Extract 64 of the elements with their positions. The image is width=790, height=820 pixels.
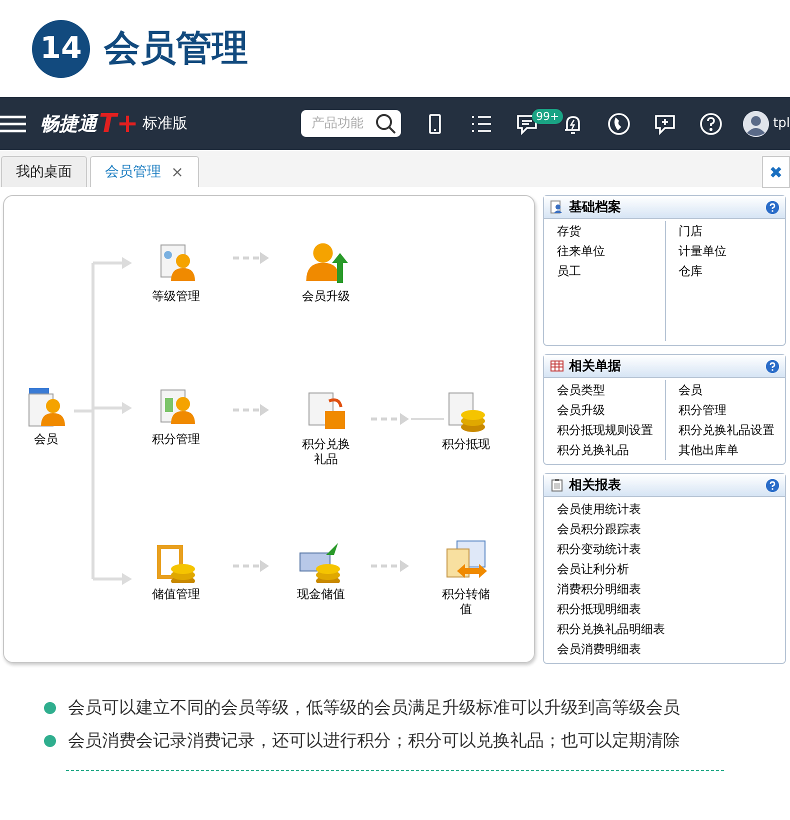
panel-link[interactable]: 积分抵现明细表 xyxy=(544,599,785,619)
tab[interactable]: 我的桌面 xyxy=(1,156,87,187)
panel-link[interactable]: 门店 xyxy=(666,221,785,241)
upgrade-icon xyxy=(303,241,349,285)
bullet-dot xyxy=(44,734,56,746)
panel-link[interactable]: 会员类型 xyxy=(544,380,664,400)
avatar-icon[interactable] xyxy=(743,110,770,136)
help-icon[interactable] xyxy=(699,112,724,136)
node-label[interactable]: 积分抵现 xyxy=(440,437,492,452)
bullet-text: 会员可以建立不同的会员等级，低等级的会员满足升级标准可以升级到高等级会员 xyxy=(68,697,680,719)
panel-link[interactable]: 计量单位 xyxy=(666,241,785,261)
dashed-arrow xyxy=(233,252,269,264)
panel-link[interactable]: 积分管理 xyxy=(666,400,785,420)
node-label[interactable]: 积分管理 xyxy=(150,432,202,447)
panel-link[interactable]: 会员积分跟踪表 xyxy=(544,519,785,539)
edition-label: 标准版 xyxy=(142,114,188,133)
user-name[interactable]: tpl xyxy=(773,116,790,131)
logo-mark: T+ xyxy=(98,108,138,138)
step-number: 14 xyxy=(32,20,90,78)
clipboard-icon xyxy=(550,478,564,492)
phone-icon[interactable] xyxy=(607,112,632,136)
panel-link[interactable]: 积分兑换礼品 xyxy=(544,440,664,460)
panel-link[interactable]: 往来单位 xyxy=(544,241,664,261)
panel-link[interactable]: 消费积分明细表 xyxy=(544,579,785,599)
panel-link[interactable]: 积分兑换礼品明细表 xyxy=(544,619,785,639)
dashed-arrow xyxy=(233,404,269,416)
panel-title: 基础档案 xyxy=(569,198,622,216)
notification-badge: 99+ xyxy=(532,109,564,124)
panel-link[interactable]: 会员 xyxy=(666,380,785,400)
dashed-arrow xyxy=(233,560,269,572)
logo-text: 畅捷通 xyxy=(40,112,97,136)
dashed-arrow xyxy=(371,560,409,572)
panel-title: 相关单据 xyxy=(569,358,622,375)
panel-link[interactable]: 会员消费明细表 xyxy=(544,639,785,659)
panel-link[interactable]: 其他出库单 xyxy=(666,440,785,460)
dashed-arrow xyxy=(371,413,409,425)
panel-link[interactable]: 会员升级 xyxy=(544,400,664,420)
panel-link[interactable]: 仓库 xyxy=(666,261,785,281)
table-icon xyxy=(550,359,564,373)
search-icon[interactable] xyxy=(375,113,398,135)
node-label[interactable]: 会员 xyxy=(20,432,72,447)
search-field[interactable]: 产品功能 xyxy=(301,110,402,137)
menu-icon[interactable] xyxy=(0,114,28,134)
node-label[interactable]: 储值管理 xyxy=(150,587,202,602)
panel-link[interactable]: 会员让利分析 xyxy=(544,559,785,579)
panel-link[interactable]: 积分抵现规则设置 xyxy=(544,420,664,440)
node-label[interactable]: 积分转储值 xyxy=(440,587,492,617)
panel-link[interactable]: 积分变动统计表 xyxy=(544,539,785,559)
panel-title: 相关报表 xyxy=(569,476,622,494)
node-label[interactable]: 会员升级 xyxy=(300,289,352,304)
bullet-text: 会员消费会记录消费记录，还可以进行积分；积分可以兑换礼品；也可以定期清除 xyxy=(68,730,680,752)
panel-link[interactable]: 存货 xyxy=(544,221,664,241)
node-label[interactable]: 等级管理 xyxy=(150,289,202,304)
node-label[interactable]: 积分兑换礼品 xyxy=(300,437,352,467)
bullet-dot xyxy=(44,702,56,714)
close-all-button[interactable]: ✖ xyxy=(762,156,790,188)
panel-link[interactable]: 积分兑换礼品设置 xyxy=(666,420,785,440)
tab[interactable]: 会员管理 × xyxy=(90,156,199,187)
node-label[interactable]: 现金储值 xyxy=(295,587,347,602)
panel-link[interactable]: 员工 xyxy=(544,261,664,281)
page-title: 会员管理 xyxy=(104,27,248,71)
contact-icon xyxy=(550,200,564,214)
panel-link[interactable]: 会员使用统计表 xyxy=(544,499,785,519)
close-icon[interactable]: × xyxy=(171,163,184,181)
